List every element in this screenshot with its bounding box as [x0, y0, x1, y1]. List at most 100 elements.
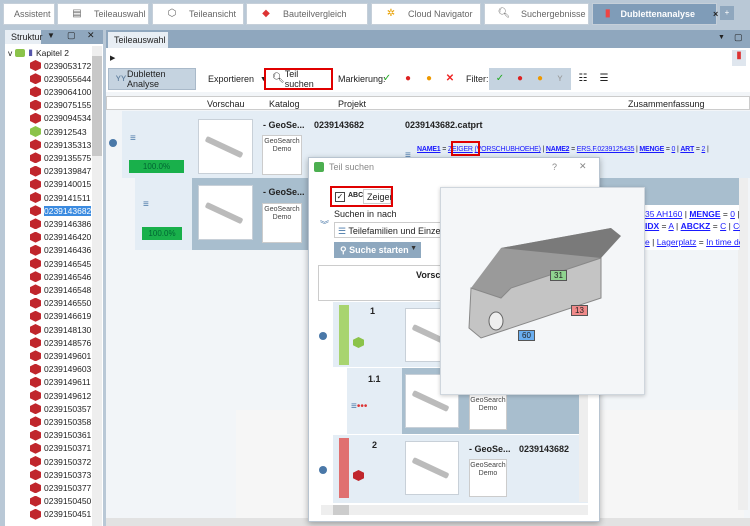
- tree-item[interactable]: 0239150377: [30, 481, 91, 494]
- dialog-close-button[interactable]: ✕: [579, 161, 587, 172]
- tree-item[interactable]: 0239146386: [30, 217, 91, 230]
- tree-item[interactable]: 0239148130: [30, 323, 91, 336]
- col-projekt[interactable]: Projekt: [338, 99, 366, 109]
- menu-icon[interactable]: ≡: [143, 199, 149, 210]
- mark-orange-icon[interactable]: ●: [422, 72, 436, 86]
- menu-icon[interactable]: ≡•••: [351, 401, 367, 412]
- filter-orange-icon[interactable]: ●: [533, 72, 547, 86]
- tab-teileansicht[interactable]: ⬡ Teileansicht: [152, 3, 244, 25]
- summary-link[interactable]: 0: [671, 146, 675, 153]
- tab-bauteilvergleich[interactable]: ◆ Bauteilvergleich: [246, 3, 368, 25]
- summary-link[interactable]: (VORSCHUBHOEHE): [475, 146, 541, 153]
- dubletten-analyse-button[interactable]: ʏʏ Dubletten Analyse: [108, 68, 196, 90]
- summary-link[interactable]: C: [720, 221, 726, 231]
- exportieren-button[interactable]: Exportieren▼: [202, 68, 273, 90]
- tab-dublettenanalyse[interactable]: ▮ Dublettenanalyse ×: [592, 3, 718, 25]
- summary-link[interactable]: 2: [702, 146, 706, 153]
- tree-item[interactable]: 0239150373: [30, 468, 91, 481]
- col-vorschau[interactable]: Vorschau: [207, 99, 245, 109]
- dropdown-icon[interactable]: ▼: [47, 31, 55, 40]
- tree-item[interactable]: 0239135575: [30, 151, 91, 164]
- summary-link[interactable]: A: [668, 221, 673, 231]
- tree-item[interactable]: 0239146546: [30, 270, 91, 283]
- summary-link[interactable]: COST: [733, 221, 740, 231]
- summary-link[interactable]: Lagerplatz: [657, 237, 697, 247]
- col-katalog[interactable]: Katalog: [269, 99, 300, 109]
- col-zusammenfassung[interactable]: Zusammenfassung: [628, 99, 705, 109]
- maximize-icon[interactable]: ▢: [67, 30, 76, 41]
- tree-item[interactable]: 0239149612: [30, 389, 91, 402]
- expand-icon[interactable]: [319, 466, 327, 474]
- tree-item[interactable]: 0239150451: [30, 508, 91, 521]
- suche-starten-button[interactable]: ⚲ Suche starten ▼: [334, 242, 421, 258]
- tree-item[interactable]: 0239149601: [30, 349, 91, 362]
- summary-link[interactable]: MENGE: [689, 209, 720, 219]
- summary-link[interactable]: ART: [680, 146, 694, 153]
- panel-tab-teileauswahl[interactable]: Teileauswahl: [108, 32, 168, 48]
- horizontal-scrollbar[interactable]: [321, 505, 588, 515]
- tree-item[interactable]: 0239141511: [30, 191, 91, 204]
- chart-icon[interactable]: ▮: [732, 50, 746, 66]
- tree-item[interactable]: 0239094534: [30, 112, 91, 125]
- tree-item[interactable]: 0239149603: [30, 363, 91, 376]
- mark-green-icon[interactable]: ✓: [380, 72, 394, 86]
- help-button[interactable]: ?: [552, 162, 557, 172]
- close-icon[interactable]: ×: [713, 9, 718, 19]
- tree-item[interactable]: 0239064100: [30, 85, 91, 98]
- tree-item[interactable]: 0239150450: [30, 495, 91, 508]
- filter-red-icon[interactable]: ●: [513, 72, 527, 86]
- scope-dropdown[interactable]: ☰ Teilefamilien und Einzelte: [334, 222, 444, 238]
- tree-item[interactable]: 0239149611: [30, 376, 91, 389]
- tab-assistent[interactable]: Assistent: [3, 3, 55, 25]
- summary-link[interactable]: ABCKZ: [681, 221, 711, 231]
- tab-cloud-navigator[interactable]: ✲ Cloud Navigator: [371, 3, 481, 25]
- scrollbar[interactable]: [92, 46, 102, 526]
- collapse-icon[interactable]: [109, 139, 117, 147]
- summary-link[interactable]: ERS.F.0239125435: [577, 146, 635, 153]
- summary-link[interactable]: 0: [730, 209, 735, 219]
- add-tab-button[interactable]: +: [720, 6, 734, 20]
- tree-item[interactable]: 0239140015: [30, 178, 91, 191]
- tree-item[interactable]: 0239146619: [30, 310, 91, 323]
- tree-item[interactable]: 0239150358: [30, 415, 91, 428]
- tab-suchergebnisse[interactable]: 🔍︎ Suchergebnisse: [484, 3, 589, 25]
- double-chevron-icon[interactable]: ︾: [320, 218, 329, 231]
- menu-icon[interactable]: ≡: [130, 133, 136, 144]
- tree-item[interactable]: 0239146548: [30, 283, 91, 296]
- tree-item[interactable]: 023912543: [30, 125, 87, 138]
- checklist-icon[interactable]: ☰: [597, 72, 611, 86]
- collapse-icon[interactable]: [319, 332, 327, 340]
- close-icon[interactable]: ✕: [87, 30, 95, 41]
- summary-link[interactable]: IDX: [645, 221, 659, 231]
- tree-item[interactable]: 0239150372: [30, 455, 91, 468]
- tree-item[interactable]: 0239053172: [30, 59, 91, 72]
- tree-item[interactable]: 0239146420: [30, 231, 91, 244]
- summary-link[interactable]: NAME2: [546, 146, 570, 153]
- tree-item[interactable]: 0239146545: [30, 257, 91, 270]
- filter-green-icon[interactable]: ✓: [493, 72, 507, 86]
- settings-list-icon[interactable]: ☷: [576, 72, 590, 86]
- tree-root[interactable]: v ▮ Kapitel 2: [8, 47, 69, 58]
- tree-item[interactable]: 0239146550: [30, 297, 91, 310]
- maximize-icon[interactable]: ▢: [734, 32, 743, 43]
- summary-link[interactable]: In time deli: [706, 237, 740, 247]
- tree-item[interactable]: 0239143682: [30, 204, 92, 217]
- filter-none-icon[interactable]: ʏ: [553, 72, 567, 86]
- expand-arrow-icon[interactable]: ▶: [110, 54, 115, 62]
- dropdown-icon[interactable]: ▼: [718, 34, 725, 41]
- tree-item[interactable]: 0239150357: [30, 402, 91, 415]
- tree-item[interactable]: 0239150371: [30, 442, 91, 455]
- summary-link[interactable]: MENGE: [639, 146, 664, 153]
- chevron-down-icon[interactable]: v: [8, 48, 12, 58]
- tab-teileauswahl[interactable]: ▤ Teileauswahl: [57, 3, 149, 25]
- tree-item[interactable]: 0239055644: [30, 72, 91, 85]
- tree-item[interactable]: 0239150361: [30, 429, 91, 442]
- tree-item[interactable]: 0239075155: [30, 99, 91, 112]
- tree-item[interactable]: 0239148576: [30, 336, 91, 349]
- tree-item[interactable]: 0239135313: [30, 138, 91, 151]
- summary-link[interactable]: 35 AH160: [645, 209, 682, 219]
- teil-suchen-button[interactable]: 🔍︎ Teil suchen: [264, 68, 333, 90]
- mark-red-icon[interactable]: ●: [401, 72, 415, 86]
- tree-item[interactable]: 0239146436: [30, 244, 91, 257]
- delete-icon[interactable]: ✕: [443, 72, 457, 86]
